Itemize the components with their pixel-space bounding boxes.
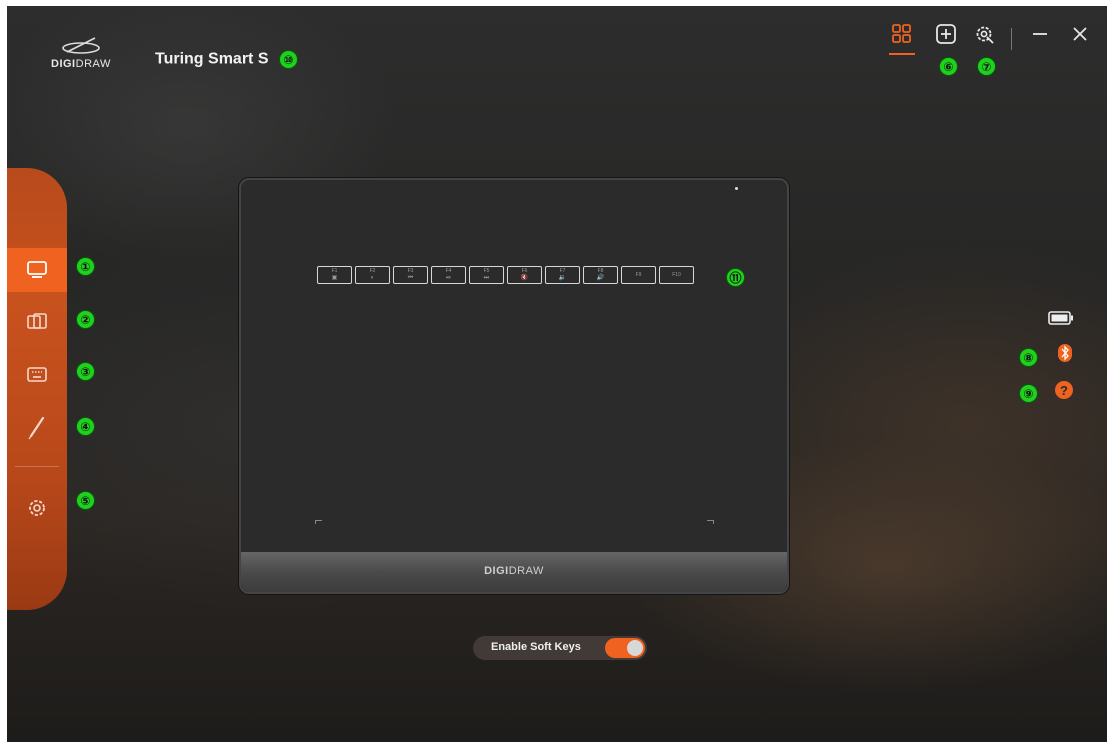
device-overview-button[interactable] <box>889 23 915 55</box>
annotation-badge-3: ③ <box>76 362 95 381</box>
tablet-bottom-bar: DIGIDRAW <box>241 552 787 592</box>
sidebar <box>7 168 67 610</box>
grid-icon <box>892 24 911 43</box>
hotkey-f2[interactable]: F2 ◐ <box>355 266 390 284</box>
hotkey-f5[interactable]: F5 ⏭ <box>469 266 504 284</box>
hotkey-f10[interactable]: F10 <box>659 266 694 284</box>
annotation-badge-8: ⑧ <box>1019 348 1038 367</box>
app-window: DIGIDRAW Turing Smart S ⑩ ⑥ ⑦ ① ② ③ ④ ⑤ … <box>7 6 1107 742</box>
hotkey-f1[interactable]: F1 ▣ <box>317 266 352 284</box>
hotkey-f6[interactable]: F6 🔇 <box>507 266 542 284</box>
toolbar-divider <box>1011 28 1012 50</box>
help-icon: ? <box>1055 381 1073 399</box>
annotation-badge-10: ⑩ <box>278 50 298 69</box>
annotation-badge-4: ④ <box>76 417 95 436</box>
hotkey-f4[interactable]: F4 ⏯ <box>431 266 466 284</box>
keyboard-icon <box>27 367 47 382</box>
device-name: Turing Smart S <box>155 50 269 68</box>
add-device-button[interactable] <box>935 23 957 45</box>
logo-mark-icon <box>62 37 100 54</box>
sidebar-item-settings[interactable] <box>7 486 67 530</box>
sidebar-item-multi-display[interactable] <box>7 300 67 344</box>
close-button[interactable] <box>1069 23 1091 45</box>
tablet-brand-text: DIGIDRAW <box>484 565 544 577</box>
gear-icon <box>29 500 45 516</box>
close-icon <box>1073 27 1087 41</box>
minimize-button[interactable] <box>1029 23 1051 45</box>
toggle-knob <box>627 640 643 656</box>
plus-square-icon <box>936 24 956 44</box>
soft-keys-label: Enable Soft Keys <box>491 641 581 653</box>
battery-status <box>1048 311 1074 330</box>
hotkey-f8[interactable]: F8 🔊 <box>583 266 618 284</box>
annotation-badge-5: ⑤ <box>76 491 95 510</box>
annotation-badge-11: ⑪ <box>726 268 745 287</box>
annotation-badge-9: ⑨ <box>1019 384 1038 403</box>
svg-text:?: ? <box>1060 383 1068 398</box>
annotation-badge-7: ⑦ <box>977 57 996 76</box>
active-tab-indicator <box>889 53 915 55</box>
hotkey-f3[interactable]: F3 ⏮ <box>393 266 428 284</box>
bluetooth-icon <box>1058 344 1072 362</box>
sidebar-item-display[interactable] <box>7 248 67 292</box>
sidebar-divider <box>15 466 59 467</box>
annotation-badge-2: ② <box>76 310 95 329</box>
soft-keys-toggle[interactable] <box>605 638 645 658</box>
screens-icon <box>27 313 47 329</box>
hotkey-f9[interactable]: F9 <box>621 266 656 284</box>
battery-icon <box>1048 311 1073 325</box>
active-area-corner-right <box>707 520 714 524</box>
sidebar-item-keyboard[interactable] <box>7 352 67 396</box>
tablet-led <box>735 187 738 190</box>
annotation-badge-1: ① <box>76 257 95 276</box>
digidraw-logo: DIGIDRAW <box>51 34 121 78</box>
bluetooth-status[interactable] <box>1057 343 1073 368</box>
logo-text: DIGIDRAW <box>51 58 111 70</box>
device-title: Turing Smart S ⑩ <box>155 50 298 69</box>
tablet-preview: F1 ▣ F2 ◐ F3 ⏮ F4 ⏯ F5 ⏭ F6 🔇 F7 🔉 F8 🔊 F9 F10 D… <box>239 178 789 594</box>
tablet-hotkeys: F1 ▣ F2 ◐ F3 ⏮ F4 ⏯ F5 ⏭ F6 🔇 F7 🔉 F8 🔊 F9 F10 <box>317 266 694 284</box>
hotkey-f7[interactable]: F7 🔉 <box>545 266 580 284</box>
annotation-badge-6: ⑥ <box>939 57 958 76</box>
gear-badge-icon <box>976 26 994 44</box>
sidebar-item-pen[interactable] <box>7 406 67 450</box>
pen-icon <box>28 416 45 440</box>
app-settings-button[interactable] <box>973 23 995 45</box>
soft-keys-row: Enable Soft Keys <box>473 636 647 660</box>
help-button[interactable]: ? <box>1054 380 1074 405</box>
monitor-icon <box>27 261 47 278</box>
active-area-corner-left <box>315 520 322 524</box>
minimize-icon <box>1033 33 1047 35</box>
